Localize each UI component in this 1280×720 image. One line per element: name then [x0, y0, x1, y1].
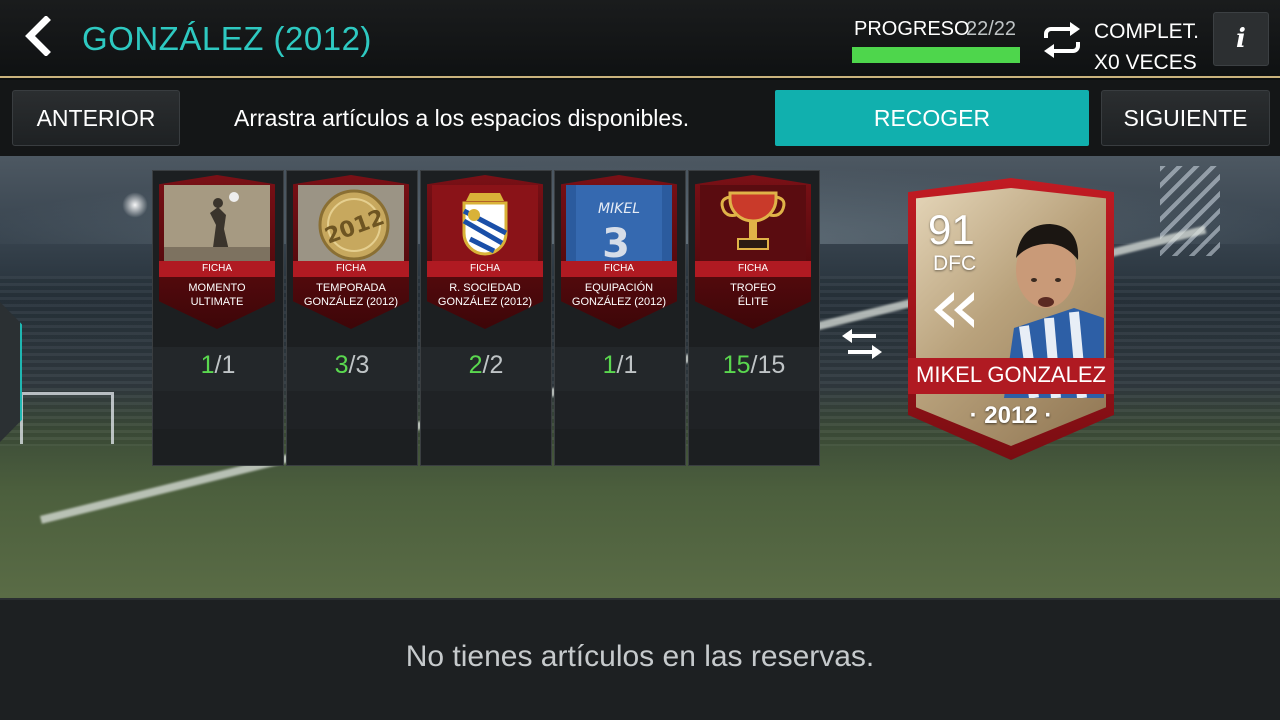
completed-counter: COMPLET. X0 VECES: [1094, 16, 1199, 78]
goal-post: [20, 392, 114, 444]
player-rating: 91: [928, 206, 975, 253]
item-tag: FICHA: [159, 261, 275, 277]
svg-text:3: 3: [602, 221, 630, 263]
item-count: 1/1: [602, 351, 638, 379]
club-crest-image: [432, 185, 538, 263]
rewind-icon: [934, 292, 974, 328]
stadium-background: FICHA MOMENTO ULTIMATE 1/1 2012 FICHA TE…: [0, 156, 1280, 598]
item-tag: FICHA: [695, 261, 811, 277]
item-count: 3/3: [334, 351, 370, 379]
previous-button[interactable]: ANTERIOR: [12, 90, 180, 146]
requirement-slots: FICHA MOMENTO ULTIMATE 1/1 2012 FICHA TE…: [152, 170, 820, 466]
item-name: R. SOCIEDAD GONZÁLEZ (2012): [437, 282, 533, 308]
swap-arrows-icon: [842, 329, 882, 359]
player-kick-image: [164, 185, 270, 263]
side-drawer-handle[interactable]: [0, 302, 22, 442]
player-name: MIKEL GONZALEZ: [916, 362, 1106, 387]
top-bar: GONZÁLEZ (2012) PROGRESO 22/22 COMPLET. …: [0, 0, 1280, 78]
item-tag: FICHA: [561, 261, 677, 277]
slot-trofeo-elite[interactable]: FICHA TROFEO ÉLITE 15/15: [688, 170, 820, 466]
item-name: EQUIPACIÓN GONZÁLEZ (2012): [571, 282, 667, 308]
item-tag: FICHA: [427, 261, 543, 277]
jersey-image: MIKEL 3: [566, 185, 672, 263]
item-name: TEMPORADA GONZÁLEZ (2012): [303, 282, 399, 308]
progress-bar-fill: [852, 47, 1020, 63]
season-coin-image: 2012: [298, 185, 404, 263]
svg-text:MIKEL: MIKEL: [598, 201, 640, 217]
info-button[interactable]: i: [1213, 12, 1269, 66]
progress-label: PROGRESO: [854, 18, 970, 40]
item-card[interactable]: 2012 FICHA TEMPORADA GONZÁLEZ (2012): [293, 175, 409, 329]
player-year: · 2012 ·: [969, 402, 1053, 429]
item-card[interactable]: FICHA TROFEO ÉLITE: [695, 175, 811, 329]
trophy-image: [700, 185, 806, 263]
player-position: DFC: [933, 252, 977, 275]
action-bar: ANTERIOR Arrastra artículos a los espaci…: [0, 80, 1280, 156]
item-card[interactable]: FICHA R. SOCIEDAD GONZÁLEZ (2012): [427, 175, 543, 329]
slot-real-sociedad[interactable]: FICHA R. SOCIEDAD GONZÁLEZ (2012) 2/2: [420, 170, 552, 466]
page-title: GONZÁLEZ (2012): [82, 20, 372, 57]
collect-button[interactable]: RECOGER: [775, 90, 1089, 146]
chevron-left-icon: [25, 15, 51, 57]
reserve-panel: No tienes artículos en las reservas.: [0, 598, 1280, 720]
info-icon: i: [1236, 24, 1246, 54]
slot-momento-ultimate[interactable]: FICHA MOMENTO ULTIMATE 1/1: [152, 170, 284, 466]
item-card[interactable]: MIKEL 3 FICHA EQUIPACIÓN GONZÁLEZ (2012): [561, 175, 677, 329]
repeat-icon: [1040, 20, 1084, 60]
slot-equipacion[interactable]: MIKEL 3 FICHA EQUIPACIÓN GONZÁLEZ (2012)…: [554, 170, 686, 466]
item-count: 2/2: [468, 351, 504, 379]
item-name: MOMENTO ULTIMATE: [188, 282, 246, 308]
reserve-empty-message: No tienes artículos en las reservas.: [405, 640, 875, 673]
item-count: 1/1: [200, 351, 236, 379]
item-tag: FICHA: [293, 261, 409, 277]
item-card[interactable]: FICHA MOMENTO ULTIMATE: [159, 175, 275, 329]
back-button[interactable]: [20, 15, 60, 57]
progress-bar: [852, 47, 1020, 63]
instruction-text: Arrastra artículos a los espacios dispon…: [234, 105, 690, 131]
completed-label: COMPLET.: [1094, 20, 1200, 43]
reward-player-card[interactable]: 91 DFC MIKEL GONZALEZ · 2012 ·: [908, 178, 1114, 460]
item-name: TROFEO ÉLITE: [730, 282, 776, 308]
progress-count: 22/22: [966, 18, 1017, 40]
completed-times: X0 VECES: [1094, 51, 1197, 74]
item-count: 15/15: [722, 351, 786, 379]
slot-temporada[interactable]: 2012 FICHA TEMPORADA GONZÁLEZ (2012) 3/3: [286, 170, 418, 466]
next-button[interactable]: SIGUIENTE: [1101, 90, 1270, 146]
